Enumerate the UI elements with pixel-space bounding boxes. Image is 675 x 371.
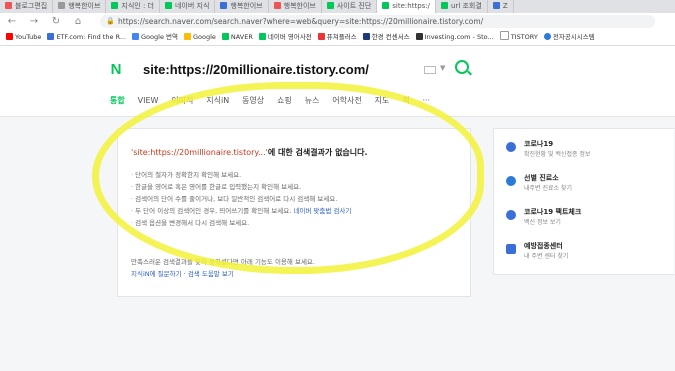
browser-tab[interactable]: 사이트 진단 xyxy=(322,0,378,13)
bookmark-icon xyxy=(317,33,325,40)
search-icon[interactable] xyxy=(455,60,469,74)
browser-tab[interactable]: 행복한이브 xyxy=(53,0,107,13)
bookmark[interactable]: YouTube xyxy=(6,30,41,45)
tab-map[interactable]: 지도 xyxy=(375,95,390,106)
tab-favicon-icon xyxy=(492,2,500,9)
bookmark[interactable]: 전자공시시스템 xyxy=(543,30,595,45)
tab-all[interactable]: 통합 xyxy=(110,95,125,106)
browser-tab-bar: 블로그편집 행복한이브 지식인 : 더 네이버 지식 행복한이브 행복한이브 사이트 진단 s… xyxy=(0,0,675,13)
tab-favicon-icon xyxy=(326,2,334,9)
tab-video[interactable]: 동영상 xyxy=(242,95,264,106)
bookmark-icon xyxy=(362,33,370,40)
spell-checker-link[interactable]: 네이버 맞춤법 검사기 xyxy=(293,207,351,215)
no-result-panel: 'site:https://20millionaire.tistory...'에… xyxy=(117,128,471,297)
home-icon[interactable]: ⌂ xyxy=(72,16,84,28)
search-tabs: 통합 VIEW 이미지 지식iN 동영상 쇼핑 뉴스 어학사전 지도 책 ··· xyxy=(110,95,440,106)
google-icon xyxy=(183,33,191,40)
browser-tab-active[interactable]: site:https:/ xyxy=(377,0,436,13)
bookmark[interactable]: 한경 컨센서스 xyxy=(362,30,410,45)
tab-view[interactable]: VIEW xyxy=(138,96,159,105)
bookmark[interactable]: 네이버 영어사전 xyxy=(258,30,312,45)
chevron-down-icon[interactable]: ▼ xyxy=(440,64,445,72)
reload-icon[interactable]: ↻ xyxy=(50,16,62,28)
keyboard-icon[interactable] xyxy=(424,66,436,74)
naver-search-header: N site:https://20millionaire.tistory.com… xyxy=(0,46,675,117)
address-bar-row: ← → ↻ ⌂ 🔒 https://search.naver.com/searc… xyxy=(0,13,675,30)
browser-tab[interactable]: 지식인 : 더 xyxy=(106,0,160,13)
list-item: 검색어의 단어 수를 줄이거나, 보다 일반적인 검색어로 다시 검색해 보세요… xyxy=(131,193,461,205)
bookmark[interactable]: Google xyxy=(183,30,216,45)
sidebar-item-covid[interactable]: 코로나19 확진현황 및 백신접종 정보 xyxy=(506,139,666,163)
tab-shopping[interactable]: 쇼핑 xyxy=(277,95,292,106)
tab-news[interactable]: 뉴스 xyxy=(305,95,320,106)
tab-favicon-icon xyxy=(164,2,172,9)
browser-tab[interactable]: 행복한이브 xyxy=(215,0,269,13)
back-arrow-icon[interactable]: ← xyxy=(6,16,18,28)
tab-favicon-icon xyxy=(111,2,119,9)
covid-info-sidebar: 코로나19 확진현황 및 백신접종 정보 선별 진료소 내주변 진료소 찾기 코… xyxy=(493,128,674,275)
youtube-icon xyxy=(6,33,13,40)
browser-tab[interactable]: Z xyxy=(488,0,514,13)
tab-book[interactable]: 책 xyxy=(402,95,409,106)
tab-favicon-icon xyxy=(273,2,281,9)
no-result-title: 'site:https://20millionaire.tistory...'에… xyxy=(131,148,368,157)
tab-favicon-icon xyxy=(58,2,66,9)
list-item: 단어의 철자가 정확한지 확인해 보세요. xyxy=(131,169,461,181)
naver-icon xyxy=(258,33,266,40)
bookmark[interactable]: 퓨쳐플러스 xyxy=(317,30,357,45)
covid-icon xyxy=(506,210,516,220)
tab-kin[interactable]: 지식iN xyxy=(206,95,229,106)
list-item: 한글을 영어로 혹은 영어를 한글로 입력했는지 확인해 보세요. xyxy=(131,181,461,193)
tab-favicon-icon xyxy=(382,2,390,9)
naver-icon xyxy=(221,33,229,40)
bookmark-icon xyxy=(47,33,55,40)
sidebar-item-vaccine-center[interactable]: 예방접종센터 내 주변 센터 찾기 xyxy=(506,241,666,265)
tab-dictionary[interactable]: 어학사전 xyxy=(332,95,361,106)
browser-tab[interactable]: 블로그편집 xyxy=(0,0,54,13)
tab-images[interactable]: 이미지 xyxy=(171,95,193,106)
bookmark[interactable]: TISTORY xyxy=(499,30,538,45)
bookmark-icon xyxy=(543,33,551,40)
lock-icon: 🔒 xyxy=(106,17,115,25)
more-tabs-button[interactable]: ··· xyxy=(422,96,430,105)
browser-tab[interactable]: url 조회결 xyxy=(436,0,488,13)
bookmark[interactable]: NAVER xyxy=(221,30,253,45)
list-item: 두 단어 이상의 검색어인 경우, 띄어쓰기를 확인해 보세요. 네이버 맞춤법… xyxy=(131,205,461,217)
sidebar-item-clinic[interactable]: 선별 진료소 내주변 진료소 찾기 xyxy=(506,173,666,197)
hospital-icon xyxy=(506,244,516,254)
bookmark[interactable]: ETF.com: Find the R... xyxy=(47,30,126,45)
list-item: 검색 옵션을 변경해서 다시 검색해 보세요. xyxy=(131,217,461,229)
location-pin-icon xyxy=(506,176,516,186)
search-tips-list: 단어의 철자가 정확한지 확인해 보세요. 한글을 영어로 혹은 영어를 한글로… xyxy=(131,169,461,229)
bookmark[interactable]: Google 번역 xyxy=(132,30,178,45)
covid-icon xyxy=(506,142,516,152)
search-help-link[interactable]: 검색 도움말 보기 xyxy=(188,270,234,278)
tistory-icon xyxy=(499,31,509,40)
bookmark-icon xyxy=(132,33,140,40)
tab-favicon-icon xyxy=(441,2,448,9)
naver-logo[interactable]: N xyxy=(107,61,125,79)
address-bar-input[interactable]: 🔒 https://search.naver.com/search.naver?… xyxy=(100,15,655,28)
tab-favicon-icon xyxy=(220,2,228,9)
bookmark[interactable]: Investing.com - Sto... xyxy=(415,30,494,45)
help-links: 지식iN에 질문하기 · 검색 도움말 보기 xyxy=(131,270,234,278)
browser-tab[interactable]: 행복한이브 xyxy=(269,0,322,13)
help-note: 만족스러운 검색결과를 찾지 못하셨다면 아래 기능도 이용해 보세요. xyxy=(131,258,315,266)
bookmarks-bar: YouTube ETF.com: Find the R... Google 번역 Go… xyxy=(0,30,675,46)
bookmark-icon xyxy=(415,33,423,40)
sidebar-item-factcheck[interactable]: 코로나19 팩트체크 백신 정보 보기 xyxy=(506,207,666,231)
ask-kin-link[interactable]: 지식iN에 질문하기 xyxy=(131,270,182,278)
tab-favicon-icon xyxy=(5,2,12,9)
forward-arrow-icon[interactable]: → xyxy=(28,16,40,28)
search-query-input[interactable]: site:https://20millionaire.tistory.com/ xyxy=(143,62,369,77)
browser-tab[interactable]: 네이버 지식 xyxy=(160,0,216,13)
